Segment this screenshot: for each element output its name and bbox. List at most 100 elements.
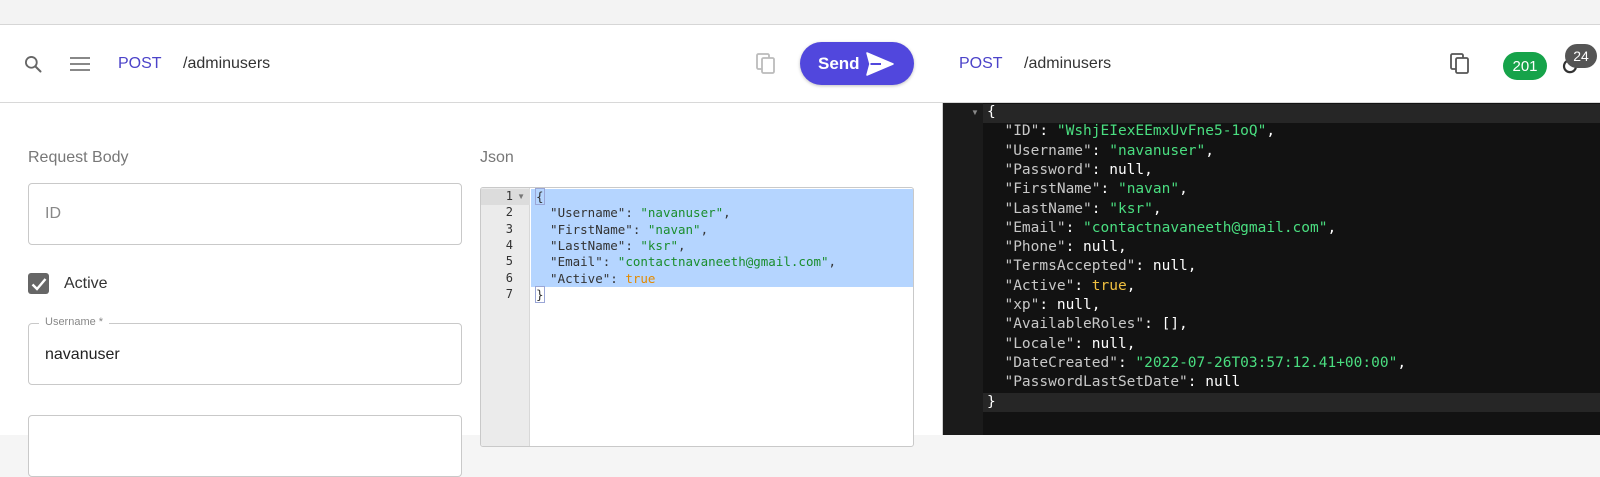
send-button[interactable]: Send [800,42,914,85]
code-token: } [535,285,545,303]
response-toolbar: POST /adminusers 201 24 [943,25,1600,103]
line-number: 1 [505,189,513,203]
current-line-highlight [983,393,1600,412]
active-checkbox[interactable] [28,273,49,294]
code-line: "LastName": "ksr", [535,238,686,253]
code-token: true [625,270,656,286]
response-token: , [1205,142,1214,159]
send-button-label: Send [818,53,860,73]
code-token: "navanuser" [640,205,724,221]
response-token: : null, [1065,239,1127,256]
line-number: 2 [505,205,513,220]
response-code: { "ID": "WshjEIexEEmxUvFne5-1oQ", "Usern… [983,103,1600,435]
response-line: } [987,394,996,410]
response-viewer[interactable]: ▼ { "ID": "WshjEIexEEmxUvFne5-1oQ", "Use… [943,103,1600,435]
response-token: "Active" [987,277,1075,294]
response-token: : [1100,181,1118,198]
response-token: { [987,104,996,120]
response-token: , [1179,181,1188,198]
response-token: "FirstName" [987,181,1101,198]
username-value: navanuser [45,346,120,363]
response-token: , [1327,219,1337,236]
code-token: : [632,221,648,237]
response-token: "Phone" [987,239,1066,256]
code-line: "Active": true [535,271,655,286]
response-token: : null, [1039,297,1101,313]
line-number: 6 [505,270,513,285]
response-line: "Phone": null, [987,239,1127,256]
json-label: Json [480,149,514,166]
code-token: "navan" [647,221,701,237]
copy-icon[interactable] [1448,52,1472,76]
response-token: "TermsAccepted" [987,258,1136,275]
count-badge: 24 [1565,44,1597,68]
response-line: "Active": true, [987,278,1135,294]
response-token: , [1152,200,1162,217]
fold-icon[interactable]: ▼ [517,192,525,201]
response-token: : null, [1091,161,1153,178]
username-field[interactable]: Username * navanuser [28,316,462,385]
response-path: /adminusers [1024,55,1112,72]
line-number: 5 [505,254,513,269]
response-token: : [1065,219,1084,236]
editor-code[interactable]: { "Username": "navanuser", "FirstName": … [531,188,913,446]
code-token: "Email" [535,254,603,270]
response-token: : [1091,200,1110,217]
response-token: "2022-07-26T03:57:12.41+00:00" [1135,354,1398,371]
request-path[interactable]: /adminusers [183,55,270,73]
response-line: "FirstName": "navan", [987,181,1188,198]
json-editor[interactable]: 1 ▼ 2 3 4 5 6 7 { "Username": "navanuser", "Fir… [480,187,914,447]
response-token: "navanuser" [1109,142,1206,159]
editor-gutter: 1 ▼ 2 3 4 5 6 7 [481,188,530,446]
response-line: "Username": "navanuser", [987,143,1214,159]
response-line: "DateCreated": "2022-07-26T03:57:12.41+0… [987,355,1406,371]
code-token: "Active" [535,270,611,286]
username-label: Username * [39,316,110,328]
response-token: : null, [1135,258,1197,275]
response-token: "ksr" [1109,200,1153,217]
response-token: : [1039,123,1057,140]
response-token: : [1117,354,1136,371]
request-method[interactable]: POST [118,55,162,73]
response-token: : null [1187,374,1241,391]
response-token: true [1091,277,1127,294]
id-field[interactable]: ID [28,183,462,245]
search-icon[interactable] [22,53,44,75]
copy-icon[interactable] [754,52,778,76]
code-token: : [610,270,626,286]
status-badge: 201 [1503,52,1547,80]
code-token: "contactnavaneeth@gmail.com" [617,254,829,270]
response-token: "WshjEIexEEmxUvFne5-1oQ" [1056,123,1267,140]
fold-icon[interactable]: ▼ [971,108,979,117]
request-pane: POST /adminusers Send Request Body Json … [0,25,943,477]
code-token: , [700,221,709,237]
current-line-highlight [983,104,1600,123]
response-token: "Username" [987,142,1092,159]
response-token: "Email" [987,219,1066,236]
code-line: "Username": "navanuser", [535,205,731,220]
send-icon [866,52,894,81]
code-token: , [678,237,686,253]
code-token: "ksr" [640,237,679,253]
response-token: : null, [1074,335,1136,352]
response-line: "xp": null, [987,297,1101,313]
line-number: 7 [505,286,513,301]
code-token: "LastName" [535,237,626,253]
response-token: "LastName" [987,200,1092,217]
menu-icon[interactable] [69,53,91,75]
response-token: "AvailableRoles" [987,316,1145,333]
response-token: "PasswordLastSetDate" [987,374,1188,391]
window-top-strip [0,0,1600,25]
response-pane: POST /adminusers 201 24 ▼ { "ID": "WshjE… [943,25,1600,435]
response-method: POST [959,55,1003,72]
response-token: } [987,393,996,410]
code-token: { [535,188,545,205]
next-field[interactable] [28,415,462,477]
response-line: "TermsAccepted": null, [987,258,1197,275]
active-label[interactable]: Active [64,275,108,293]
response-line: "AvailableRoles": [], [987,316,1187,333]
response-line: "ID": "WshjEIexEEmxUvFne5-1oQ", [987,123,1275,139]
response-token: "Password" [987,161,1092,178]
code-token: : [625,205,641,221]
request-body-label: Request Body [28,149,129,166]
